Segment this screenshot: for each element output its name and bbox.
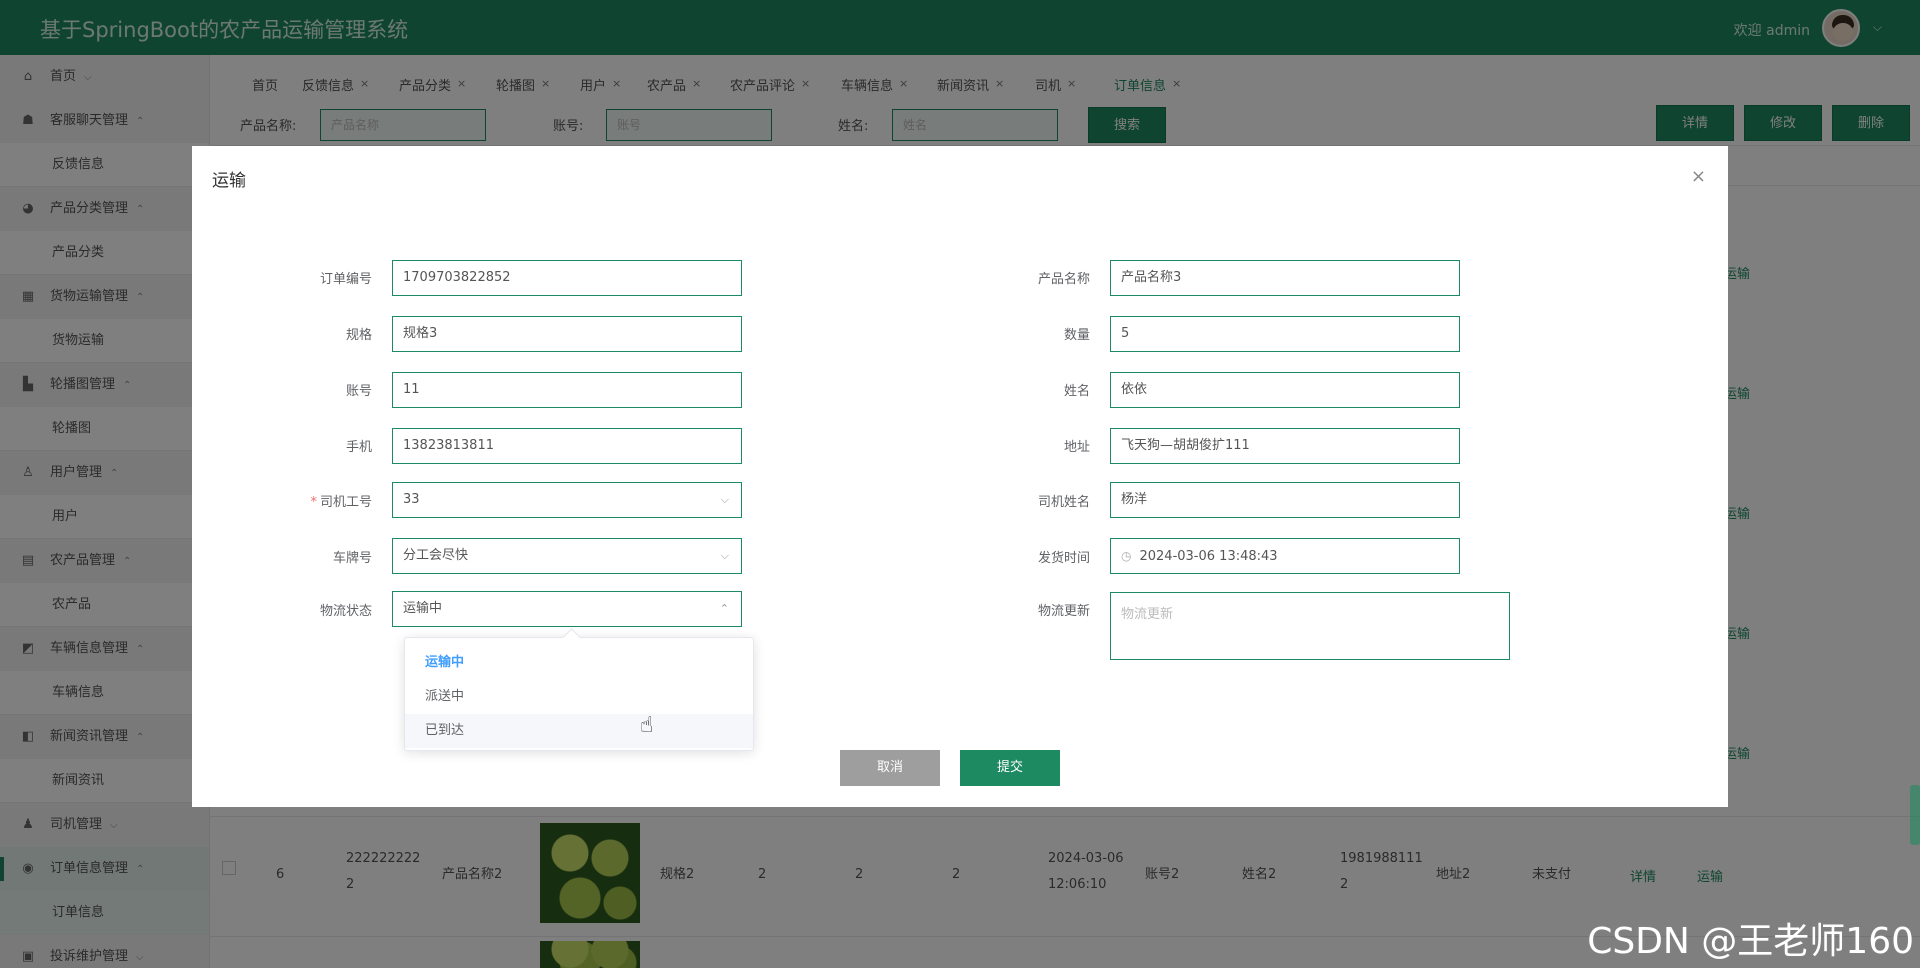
ship-time-picker[interactable]: ◷ 2024-03-06 13:48:43: [1110, 538, 1460, 574]
logistics-update-label: 物流更新: [1037, 604, 1090, 619]
chevron-down-icon: ⌵: [720, 493, 729, 506]
ship-time-label: 发货时间: [1037, 551, 1090, 566]
close-icon[interactable]: ×: [1691, 166, 1706, 187]
driver-no-value: 33: [403, 492, 420, 507]
plate-value: 分工会尽快: [403, 548, 469, 563]
name-label: 姓名: [1063, 384, 1090, 399]
ship-time-value: 2024-03-06 13:48:43: [1139, 549, 1278, 564]
order-no-label: 订单编号: [319, 272, 372, 287]
logistics-status-select[interactable]: 运输中 ⌃: [392, 591, 742, 627]
chevron-up-icon: ⌃: [719, 602, 729, 615]
hand-pointer-icon: ☝: [640, 713, 654, 738]
quantity-label: 数量: [1063, 328, 1090, 343]
driver-name-label: 司机姓名: [1037, 495, 1090, 510]
spec-label: 规格: [345, 328, 372, 343]
address-label: 地址: [1063, 440, 1090, 455]
phone-label: 手机: [345, 440, 372, 455]
driver-no-label: * 司机工号: [262, 491, 372, 510]
dropdown-option-delivering[interactable]: 派送中: [405, 680, 753, 714]
product-name-field[interactable]: 产品名称3: [1110, 260, 1460, 296]
account-field[interactable]: 11: [392, 372, 742, 408]
logistics-update-textarea[interactable]: 物流更新: [1110, 592, 1510, 660]
name-field[interactable]: 依依: [1110, 372, 1460, 408]
driver-name-field[interactable]: 杨洋: [1110, 482, 1460, 518]
address-field[interactable]: 飞天狗—胡胡俊扩111: [1110, 428, 1460, 464]
phone-field[interactable]: 13823813811: [392, 428, 742, 464]
quantity-field[interactable]: 5: [1110, 316, 1460, 352]
clock-icon: ◷: [1121, 549, 1132, 563]
submit-button[interactable]: 提交: [960, 750, 1060, 786]
plate-select[interactable]: 分工会尽快 ⌵: [392, 538, 742, 574]
account-label: 账号: [345, 384, 372, 399]
logistics-status-label: 物流状态: [319, 604, 372, 619]
driver-no-select[interactable]: 33 ⌵: [392, 482, 742, 518]
logistics-status-value: 运输中: [403, 601, 443, 616]
chevron-down-icon: ⌵: [720, 549, 729, 562]
driver-no-label-text: 司机工号: [319, 495, 372, 510]
dropdown-option-arrived[interactable]: 已到达: [405, 714, 753, 748]
order-no-field[interactable]: 1709703822852: [392, 260, 742, 296]
watermark: CSDN @王老师160: [1587, 921, 1914, 962]
dialog-title: 运输: [212, 171, 246, 191]
logistics-status-dropdown: 运输中 派送中 已到达: [404, 637, 754, 751]
side-scroll-handle[interactable]: [1910, 785, 1920, 845]
required-mark: *: [310, 495, 317, 510]
dropdown-option-in-transit[interactable]: 运输中: [405, 646, 753, 680]
spec-field[interactable]: 规格3: [392, 316, 742, 352]
plate-label: 车牌号: [332, 551, 372, 566]
product-name-label: 产品名称: [1037, 272, 1090, 287]
cancel-button[interactable]: 取消: [840, 750, 940, 786]
